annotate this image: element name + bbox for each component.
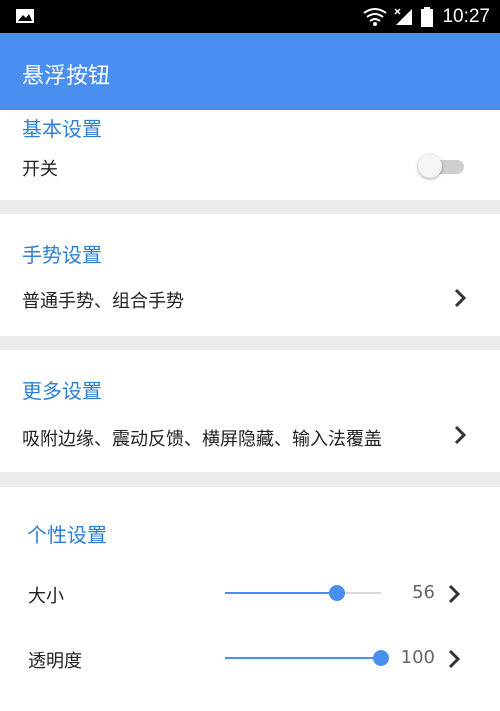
image-notification-icon <box>16 9 34 23</box>
personal-settings-card: 个性设置 大小 56 透明度 100 <box>0 487 500 711</box>
chevron-right-icon <box>454 288 467 308</box>
size-slider[interactable] <box>225 583 381 603</box>
basic-settings-title: 基本设置 <box>22 117 102 141</box>
size-value: 56 <box>412 582 435 603</box>
app-title: 悬浮按钮 <box>22 64 111 89</box>
gesture-settings-summary: 普通手势、组合手势 <box>22 291 184 312</box>
status-time: 10:27 <box>442 5 490 27</box>
gesture-settings-card[interactable]: 手势设置 普通手势、组合手势 <box>0 214 500 336</box>
battery-icon <box>421 6 434 27</box>
personal-settings-title: 个性设置 <box>27 523 107 547</box>
size-label: 大小 <box>28 586 64 607</box>
chevron-right-icon[interactable] <box>446 583 462 605</box>
floating-button-switch[interactable] <box>418 153 466 179</box>
wifi-icon <box>363 7 388 26</box>
status-bar: 10:27 <box>0 0 500 33</box>
opacity-label: 透明度 <box>28 651 82 672</box>
app-bar: 悬浮按钮 <box>0 33 500 110</box>
more-settings-summary: 吸附边缘、震动反馈、横屏隐藏、输入法覆盖 <box>22 429 382 450</box>
switch-thumb <box>418 154 442 178</box>
size-slider-fill <box>225 592 338 594</box>
size-slider-thumb[interactable] <box>329 585 346 601</box>
more-settings-card[interactable]: 更多设置 吸附边缘、震动反馈、横屏隐藏、输入法覆盖 <box>0 350 500 472</box>
opacity-slider[interactable] <box>225 648 389 668</box>
status-icons: 10:27 <box>362 0 490 33</box>
signal-icon <box>394 7 413 25</box>
gesture-settings-title: 手势设置 <box>22 243 102 267</box>
more-settings-title: 更多设置 <box>22 379 102 403</box>
switch-label: 开关 <box>22 159 58 180</box>
opacity-value: 100 <box>400 647 435 668</box>
opacity-slider-thumb[interactable] <box>373 650 389 666</box>
chevron-right-icon <box>454 425 467 445</box>
opacity-slider-fill <box>225 657 381 659</box>
chevron-right-icon[interactable] <box>446 648 462 670</box>
